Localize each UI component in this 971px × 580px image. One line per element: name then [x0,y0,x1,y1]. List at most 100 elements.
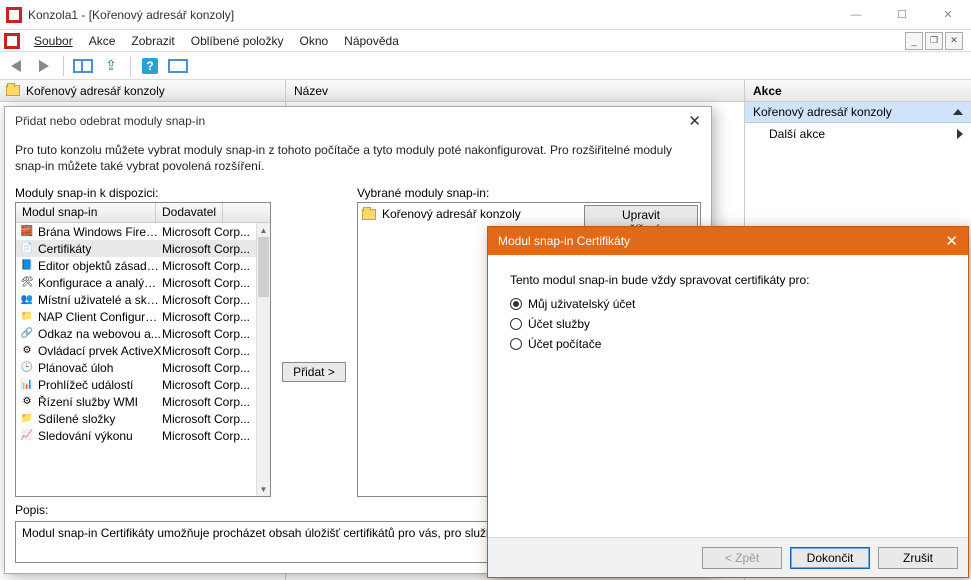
minimize-button[interactable]: — [833,0,879,30]
selected-root-node[interactable]: Kořenový adresář konzoly [362,207,578,221]
radio-icon [510,318,522,330]
chevron-right-icon [957,129,963,139]
radio-my-user-label: Můj uživatelský účet [528,297,635,311]
tree-root-node[interactable]: Kořenový adresář konzoly [0,80,285,102]
folder-icon [362,209,376,220]
menu-file[interactable]: Soubor [26,32,81,50]
snapin-dialog-close-button[interactable]: ✕ [688,112,701,130]
cert-dialog-close-button[interactable]: ✕ [945,232,958,250]
row-name: Brána Windows Firew... [38,225,162,239]
list-item[interactable]: ⚙Ovládací prvek ActiveXMicrosoft Corp... [16,342,256,359]
app-icon [6,7,22,23]
back-button: < Zpět [702,547,782,569]
row-vendor: Microsoft Corp... [162,412,250,426]
forward-button[interactable] [32,55,56,77]
scroll-down-icon[interactable]: ▼ [257,482,270,496]
row-vendor: Microsoft Corp... [162,225,250,239]
export-button[interactable]: ⇪ [99,55,123,77]
mdi-minimize-button[interactable]: _ [905,32,923,50]
menu-favorites[interactable]: Oblíbené položky [183,32,292,50]
col-module[interactable]: Modul snap-in [16,203,156,222]
menu-help[interactable]: Nápověda [336,32,407,50]
toolbar: ⇪ ? [0,52,971,80]
row-name: Prohlížeč událostí [38,378,162,392]
list-scrollbar[interactable]: ▲ ▼ [256,223,270,496]
row-vendor: Microsoft Corp... [162,310,250,324]
list-item[interactable]: 📁Sdílené složkyMicrosoft Corp... [16,410,256,427]
list-item[interactable]: 🔗Odkaz na webovou a...Microsoft Corp... [16,325,256,342]
available-listbox[interactable]: Modul snap-in Dodavatel 🧱Brána Windows F… [15,202,271,497]
menu-action[interactable]: Akce [81,32,124,50]
menu-view[interactable]: Zobrazit [123,32,182,50]
finish-button[interactable]: Dokončit [790,547,870,569]
row-icon: 🕒 [19,361,35,375]
radio-computer[interactable]: Účet počítače [510,337,950,351]
tree-root-label: Kořenový adresář konzoly [26,84,165,98]
actions-context[interactable]: Kořenový adresář konzoly [745,102,971,123]
col-vendor[interactable]: Dodavatel [156,203,223,222]
row-name: NAP Client Configuration [38,310,162,324]
scroll-thumb[interactable] [258,237,269,297]
pane2-icon [168,59,188,73]
row-name: Sledování výkonu [38,429,162,443]
add-button[interactable]: Přidat > [282,362,346,382]
available-label: Moduly snap-in k dispozici: [15,186,271,200]
row-icon: 📈 [19,429,35,443]
list-item[interactable]: 👥Místní uživatelé a sku...Microsoft Corp… [16,291,256,308]
close-button[interactable]: ✕ [925,0,971,30]
list-item[interactable]: ⚙Řízení služby WMIMicrosoft Corp... [16,393,256,410]
cancel-button[interactable]: Zrušit [878,547,958,569]
row-name: Editor objektů zásad s... [38,259,162,273]
row-vendor: Microsoft Corp... [162,361,250,375]
row-name: Konfigurace a analýza... [38,276,162,290]
list-item[interactable]: 🛠Konfigurace a analýza...Microsoft Corp.… [16,274,256,291]
row-vendor: Microsoft Corp... [162,344,250,358]
list-item[interactable]: 📄CertifikátyMicrosoft Corp... [16,240,256,257]
radio-icon [510,338,522,350]
cert-dialog: Modul snap-in Certifikáty ✕ Tento modul … [487,226,969,578]
row-vendor: Microsoft Corp... [162,293,250,307]
cert-dialog-title: Modul snap-in Certifikáty [498,234,630,248]
help-icon: ? [142,58,158,74]
scroll-up-icon[interactable]: ▲ [257,223,270,237]
titlebar: Konzola1 - [Kořenový adresář konzoly] — … [0,0,971,30]
list-item[interactable]: 📘Editor objektů zásad s...Microsoft Corp… [16,257,256,274]
row-vendor: Microsoft Corp... [162,259,250,273]
back-button[interactable] [4,55,28,77]
list-header-name[interactable]: Název [286,80,744,102]
row-name: Místní uživatelé a sku... [38,293,162,307]
maximize-button[interactable]: ☐ [879,0,925,30]
radio-service[interactable]: Účet služby [510,317,950,331]
row-vendor: Microsoft Corp... [162,276,250,290]
row-vendor: Microsoft Corp... [162,242,250,256]
mdi-close-button[interactable]: ✕ [945,32,963,50]
selected-label: Vybrané moduly snap-in: [357,186,701,200]
mdi-controls: _ ❐ ✕ [903,32,963,50]
list-item[interactable]: 📈Sledování výkonuMicrosoft Corp... [16,427,256,444]
row-icon: 👥 [19,293,35,307]
cert-dialog-prompt: Tento modul snap-in bude vždy spravovat … [510,273,950,287]
view-pane-button[interactable] [71,55,95,77]
menu-window[interactable]: Okno [291,32,336,50]
app-menu-icon [4,33,20,49]
row-name: Ovládací prvek ActiveX [38,344,162,358]
row-vendor: Microsoft Corp... [162,395,250,409]
help-button[interactable]: ? [138,55,162,77]
window-title: Konzola1 - [Kořenový adresář konzoly] [28,8,833,22]
list-item[interactable]: 🕒Plánovač úlohMicrosoft Corp... [16,359,256,376]
row-icon: 🛠 [19,276,35,290]
row-name: Sdílené složky [38,412,162,426]
row-icon: ⚙ [19,344,35,358]
row-name: Plánovač úloh [38,361,162,375]
radio-my-user[interactable]: Můj uživatelský účet [510,297,950,311]
row-name: Certifikáty [38,242,162,256]
mdi-restore-button[interactable]: ❐ [925,32,943,50]
list-item[interactable]: 🧱Brána Windows Firew...Microsoft Corp... [16,223,256,240]
list-item[interactable]: 📊Prohlížeč událostíMicrosoft Corp... [16,376,256,393]
actions-more-label: Další akce [769,127,825,141]
actions-more[interactable]: Další akce [745,123,971,145]
snapin-dialog-description: Pro tuto konzolu můžete vybrat moduly sn… [15,143,701,174]
list-item[interactable]: 📁NAP Client ConfigurationMicrosoft Corp.… [16,308,256,325]
row-vendor: Microsoft Corp... [162,429,250,443]
view-pane2-button[interactable] [166,55,190,77]
